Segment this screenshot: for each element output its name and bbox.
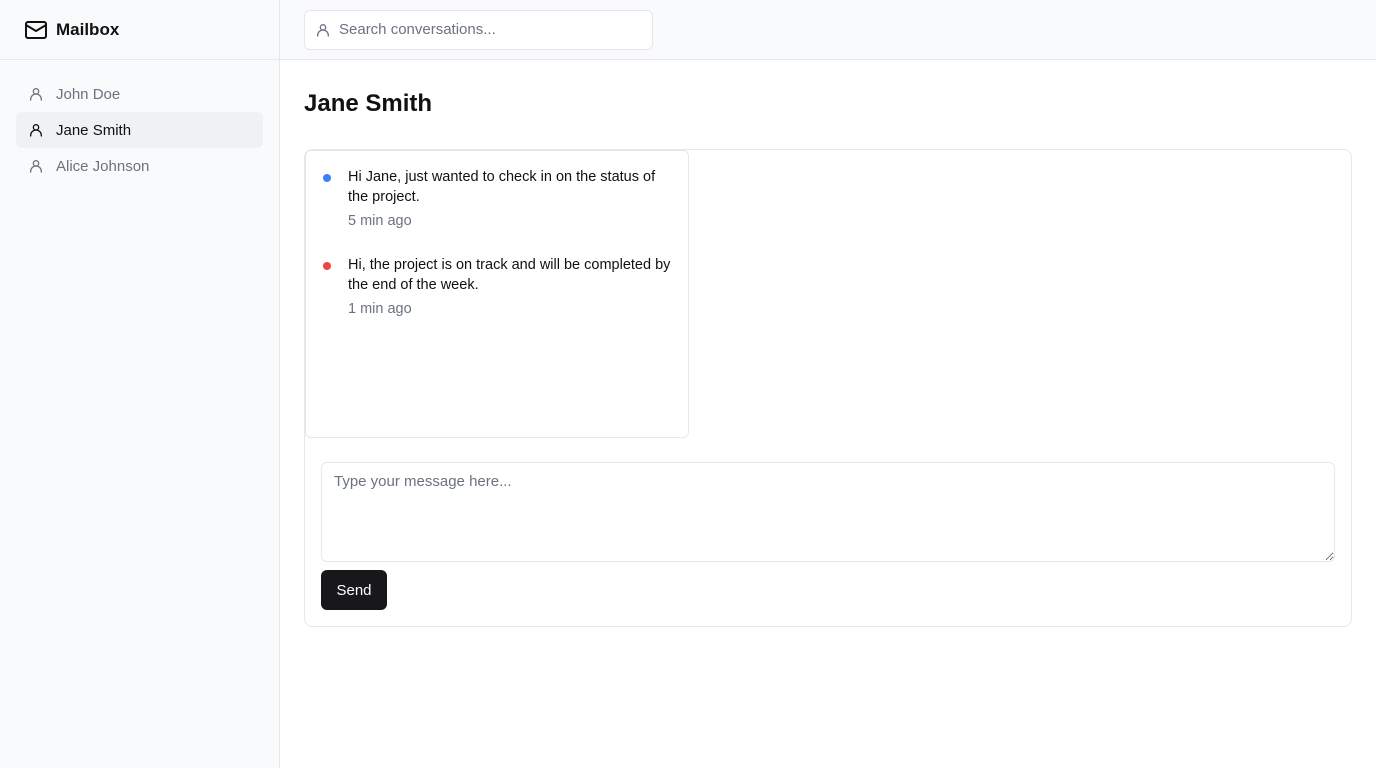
message-time: 1 min ago: [348, 301, 412, 317]
main-area: Jane Smith Hi Jane, just wanted to check…: [280, 0, 1376, 768]
contact-name: Jane Smith: [56, 121, 132, 139]
message-body: Hi Jane, just wanted to check in on the …: [348, 167, 678, 231]
message-text: Hi Jane, just wanted to check in on the …: [348, 169, 656, 205]
top-bar: [280, 0, 1376, 60]
sidebar: Mailbox John Doe Jane Smith Alice Johnso…: [0, 0, 280, 768]
contact-item-john-doe[interactable]: John Doe: [16, 76, 263, 112]
user-icon: [315, 22, 331, 38]
contact-item-alice-johnson[interactable]: Alice Johnson: [16, 148, 263, 184]
app-root: Mailbox John Doe Jane Smith Alice Johnso…: [0, 0, 1376, 768]
user-icon: [28, 122, 44, 138]
user-icon: [28, 86, 44, 102]
message-body: Hi, the project is on track and will be …: [348, 255, 678, 319]
message-item: Hi Jane, just wanted to check in on the …: [322, 167, 672, 231]
message-input[interactable]: [321, 462, 1335, 562]
message-item: Hi, the project is on track and will be …: [322, 255, 672, 319]
conversation-panel: Hi Jane, just wanted to check in on the …: [304, 149, 1352, 627]
contact-name: John Doe: [56, 85, 121, 103]
app-title: Mailbox: [56, 19, 120, 39]
conversation-view: Jane Smith Hi Jane, just wanted to check…: [280, 60, 1376, 651]
message-status-dot: [323, 262, 331, 270]
search-box[interactable]: [304, 9, 653, 50]
contact-name: Alice Johnson: [56, 157, 150, 175]
search-input[interactable]: [339, 21, 639, 38]
page-title: Jane Smith: [304, 90, 433, 117]
message-time: 5 min ago: [348, 213, 412, 229]
brand: Mailbox: [0, 0, 279, 60]
message-text: Hi, the project is on track and will be …: [348, 257, 671, 293]
message-thread[interactable]: Hi Jane, just wanted to check in on the …: [305, 150, 689, 438]
user-icon: [28, 158, 44, 174]
send-button[interactable]: Send: [321, 570, 387, 610]
mail-icon: [24, 18, 48, 42]
contact-list: John Doe Jane Smith Alice Johnson: [0, 60, 279, 200]
contact-item-jane-smith[interactable]: Jane Smith: [16, 112, 263, 148]
message-status-dot: [323, 174, 331, 182]
